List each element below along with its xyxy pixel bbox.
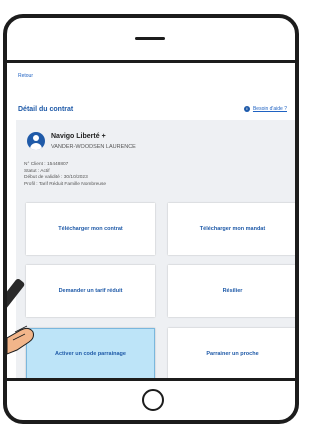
profile: Profil : Tarif Réduit Famille Nombreuse xyxy=(24,181,107,187)
avatar-body xyxy=(30,143,42,150)
contract-details: N° Client : 15448807 Statut : Actif Débu… xyxy=(24,162,106,188)
back-link[interactable]: Retour xyxy=(18,73,33,79)
speaker-slot xyxy=(135,37,165,40)
cancel-contract-button[interactable]: Résilier xyxy=(168,265,295,317)
download-contract-button[interactable]: Télécharger mon contrat xyxy=(26,203,155,255)
bottom-bezel xyxy=(7,378,295,420)
contract-panel: Navigo Liberté + VANDER-WOODSEN LAURENCE… xyxy=(16,120,295,381)
page-title: Détail du contrat xyxy=(18,106,74,113)
avatar-head xyxy=(33,135,39,141)
pointing-hand-illustration xyxy=(7,279,34,355)
top-bezel xyxy=(7,18,295,63)
app-screen: Retour Détail du contrat i Besoin d'aide… xyxy=(7,63,295,381)
tablet-frame: Retour Détail du contrat i Besoin d'aide… xyxy=(3,14,299,424)
help-link[interactable]: i Besoin d'aide ? xyxy=(243,106,287,112)
home-button[interactable] xyxy=(142,389,164,411)
download-mandate-button[interactable]: Télécharger mon mandat xyxy=(168,203,295,255)
sponsor-relative-button[interactable]: Parrainer un proche xyxy=(168,328,295,380)
info-icon: i xyxy=(243,106,250,112)
pass-name: Navigo Liberté + xyxy=(51,133,106,140)
user-avatar-icon xyxy=(27,132,45,150)
help-link-label: Besoin d'aide ? xyxy=(252,106,287,112)
action-grid: Télécharger mon contrat Télécharger mon … xyxy=(21,203,295,381)
holder-name: VANDER-WOODSEN LAURENCE xyxy=(51,144,136,150)
